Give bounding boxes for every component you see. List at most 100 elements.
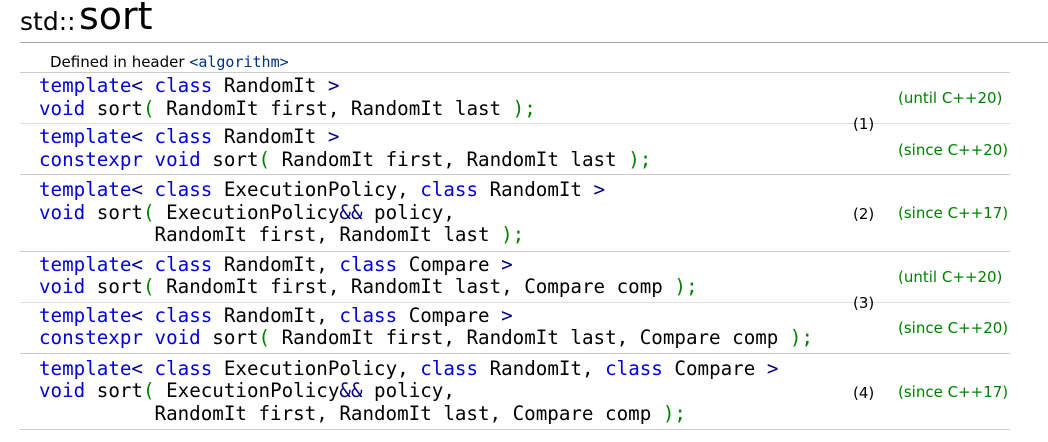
code-punct: ); (674, 275, 698, 298)
code-keyword: class (605, 356, 663, 380)
code-line: constexpr void sort( RandomIt first, Ran… (39, 147, 1010, 172)
code-text: RandomIt first, RandomIt last, Compare c… (270, 326, 790, 349)
code-symbol: < (131, 356, 143, 380)
code-text: RandomIt (478, 178, 594, 201)
code-keyword: void (39, 275, 86, 298)
code-keyword: class (154, 252, 213, 276)
overload-number: (1) (853, 115, 875, 133)
code-symbol: > (501, 303, 513, 327)
code-symbol: < (131, 74, 143, 97)
code-keyword: template (39, 125, 132, 148)
version-label: (until C++20) (898, 89, 1003, 107)
version-label: (until C++20) (898, 267, 1003, 286)
code-punct: ); (789, 326, 814, 349)
code-text: sort (200, 147, 259, 171)
code-text: ExecutionPolicy (154, 200, 340, 224)
code-punct: ( (258, 147, 271, 171)
code-text: RandomIt (212, 74, 328, 97)
code-punct: ); (512, 96, 536, 120)
code-keyword: class (154, 178, 213, 201)
code-symbol: > (327, 74, 340, 97)
code-block: template< class RandomIt, class Compare … (20, 252, 1010, 299)
code-line: template< class ExecutionPolicy, class R… (39, 356, 1010, 381)
overload-group: template< class ExecutionPolicy, class R… (20, 174, 1010, 251)
code-symbol: > (593, 178, 606, 201)
code-keyword: void (154, 147, 201, 171)
overload-group: template< class RandomIt > void sort( Ran… (20, 72, 1010, 174)
code-symbol: < (131, 125, 143, 148)
code-punct: ); (628, 147, 652, 171)
code-keyword: void (154, 326, 201, 349)
code-punct: ( (142, 200, 155, 224)
code-text: Compare (662, 356, 767, 380)
code-keyword: class (154, 74, 213, 97)
version-label: (since C++17) (898, 382, 1009, 401)
code-symbol: > (327, 125, 340, 148)
code-keyword: class (339, 252, 398, 276)
version-label: (since C++20) (898, 140, 1009, 159)
code-symbol: < (131, 303, 143, 327)
header-link[interactable]: <algorithm> (189, 53, 288, 71)
code-text: RandomIt (212, 125, 328, 148)
code-punct: ( (258, 326, 271, 349)
code-punct: ( (142, 379, 155, 402)
code-punct: ); (662, 401, 686, 425)
code-text: Compare (397, 303, 502, 327)
code-text: RandomIt first, RandomIt last (270, 147, 629, 171)
code-text: policy, (362, 200, 455, 224)
code-text: RandomIt, (478, 356, 606, 380)
code-keyword: class (154, 125, 213, 148)
defined-in-header: Defined in header <algorithm> (50, 53, 289, 71)
code-keyword: template (39, 178, 132, 201)
code-keyword: void (39, 379, 86, 402)
overload-group: template< class ExecutionPolicy, class R… (20, 352, 1010, 430)
title-namespace: std:: (20, 7, 76, 36)
code-keyword: class (420, 178, 479, 201)
code-keyword: template (39, 252, 132, 276)
code-keyword: class (154, 303, 213, 327)
code-keyword: template (39, 74, 132, 97)
code-block: template< class RandomIt > void sort( Ran… (20, 74, 1010, 120)
code-text: sort (85, 96, 143, 120)
code-text: sort (85, 379, 143, 402)
title-name: sort (79, 0, 153, 38)
overload-number: (4) (853, 383, 875, 402)
code-text: RandomIt first, RandomIt last (154, 96, 513, 120)
code-keyword: constexpr (39, 326, 143, 349)
code-text: ExecutionPolicy, (212, 178, 421, 201)
code-keyword: class (154, 356, 213, 380)
version-label: (since C++20) (898, 319, 1009, 337)
code-line: RandomIt first, RandomIt last, Compare c… (39, 401, 1010, 426)
title-divider (20, 42, 1048, 43)
declaration-table: template< class RandomIt > void sort( Ran… (20, 72, 1010, 430)
code-symbol: && (339, 379, 363, 402)
code-keyword: class (420, 356, 479, 380)
code-line: template< class RandomIt, class Compare … (39, 252, 1010, 277)
code-punct: ( (142, 96, 155, 120)
code-keyword: void (39, 200, 86, 224)
code-punct: ); (501, 223, 525, 246)
code-text: RandomIt first, RandomIt last, Compare c… (154, 275, 675, 298)
code-line: constexpr void sort( RandomIt first, Ran… (39, 326, 1010, 350)
code-symbol: < (131, 178, 143, 201)
code-keyword: constexpr (39, 147, 143, 171)
code-text: RandomIt, (212, 252, 340, 276)
header-label: Defined in header (50, 53, 190, 71)
code-keyword: template (39, 356, 132, 380)
code-keyword: class (339, 303, 398, 327)
code-text: sort (85, 275, 143, 298)
overload-group: template< class RandomIt, class Compare … (20, 250, 1010, 353)
code-text: sort (200, 326, 259, 349)
code-text: ExecutionPolicy (154, 379, 340, 402)
overload-number: (2) (853, 204, 875, 223)
code-line: template< class ExecutionPolicy, class R… (39, 178, 1010, 202)
code-line: template< class RandomIt > (39, 74, 1010, 98)
